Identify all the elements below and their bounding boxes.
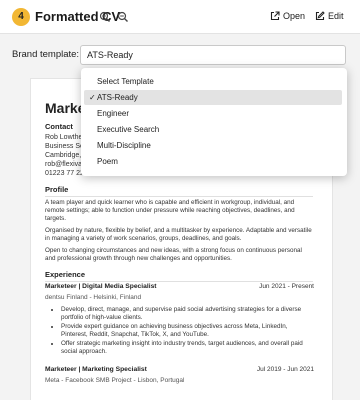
app-header: 4 Formatted CV Open Edit — [0, 0, 360, 34]
brand-template-label: Brand template: — [12, 49, 80, 60]
edit-label: Edit — [328, 11, 344, 21]
zoom-in-icon[interactable] — [99, 10, 111, 22]
profile-paragraph: A team player and quick learner who is c… — [45, 199, 295, 222]
dropdown-option[interactable]: Executive Search — [84, 122, 342, 137]
step-badge: 4 — [12, 8, 30, 26]
job-date: Jun 2021 - Present — [259, 283, 314, 290]
brand-template-dropdown: Select Template ✓ ATS-Ready Engineer Exe… — [81, 68, 347, 176]
dropdown-option[interactable]: Multi-Discipline — [84, 138, 342, 153]
job-title: Marketeer | Digital Media Specialist — [45, 283, 157, 290]
dropdown-option[interactable]: Select Template — [84, 74, 342, 89]
job-bullets: Develop, direct, manage, and supervise p… — [53, 306, 315, 357]
edit-icon — [315, 11, 325, 21]
job-bullet: Offer strategic marketing insight into i… — [61, 340, 315, 356]
profile-paragraph: Organised by nature, flexible by belief,… — [45, 227, 312, 242]
profile-heading: Profile — [45, 185, 313, 197]
brand-template-select[interactable]: ATS-Ready — [80, 45, 346, 65]
contact-heading: Contact — [45, 122, 73, 131]
contact-line: Cambridge, — [45, 152, 82, 159]
dropdown-option[interactable]: Poem — [84, 154, 342, 169]
experience-heading: Experience — [45, 270, 313, 282]
edit-button[interactable]: Edit — [315, 11, 344, 21]
job-date: Jul 2019 - Jun 2021 — [256, 366, 314, 373]
job-bullet: Provide expert guidance on achieving bus… — [61, 323, 315, 339]
job-bullet: Develop, direct, manage, and supervise p… — [61, 306, 315, 322]
check-icon: ✓ — [89, 93, 96, 102]
profile-paragraph: Open to changing circumstances and new i… — [45, 247, 302, 262]
contact-line: Business Se — [45, 143, 84, 150]
open-label: Open — [283, 11, 306, 21]
contact-line: rob@flexiva — [45, 161, 83, 168]
job-company: dentsu Finland - Helsinki, Finland — [45, 294, 142, 301]
open-button[interactable]: Open — [270, 11, 305, 21]
dropdown-option-label: ATS-Ready — [97, 93, 138, 102]
zoom-out-icon[interactable] — [117, 10, 129, 22]
job-company: Meta - Facebook SMB Project - Lisbon, Po… — [45, 377, 185, 384]
dropdown-option-selected[interactable]: ✓ ATS-Ready — [84, 90, 342, 105]
job-title: Marketeer | Marketing Specialist — [45, 366, 147, 373]
contact-line: Rob Lowthe — [45, 134, 83, 141]
dropdown-option[interactable]: Engineer — [84, 106, 342, 121]
external-link-icon — [270, 11, 280, 21]
